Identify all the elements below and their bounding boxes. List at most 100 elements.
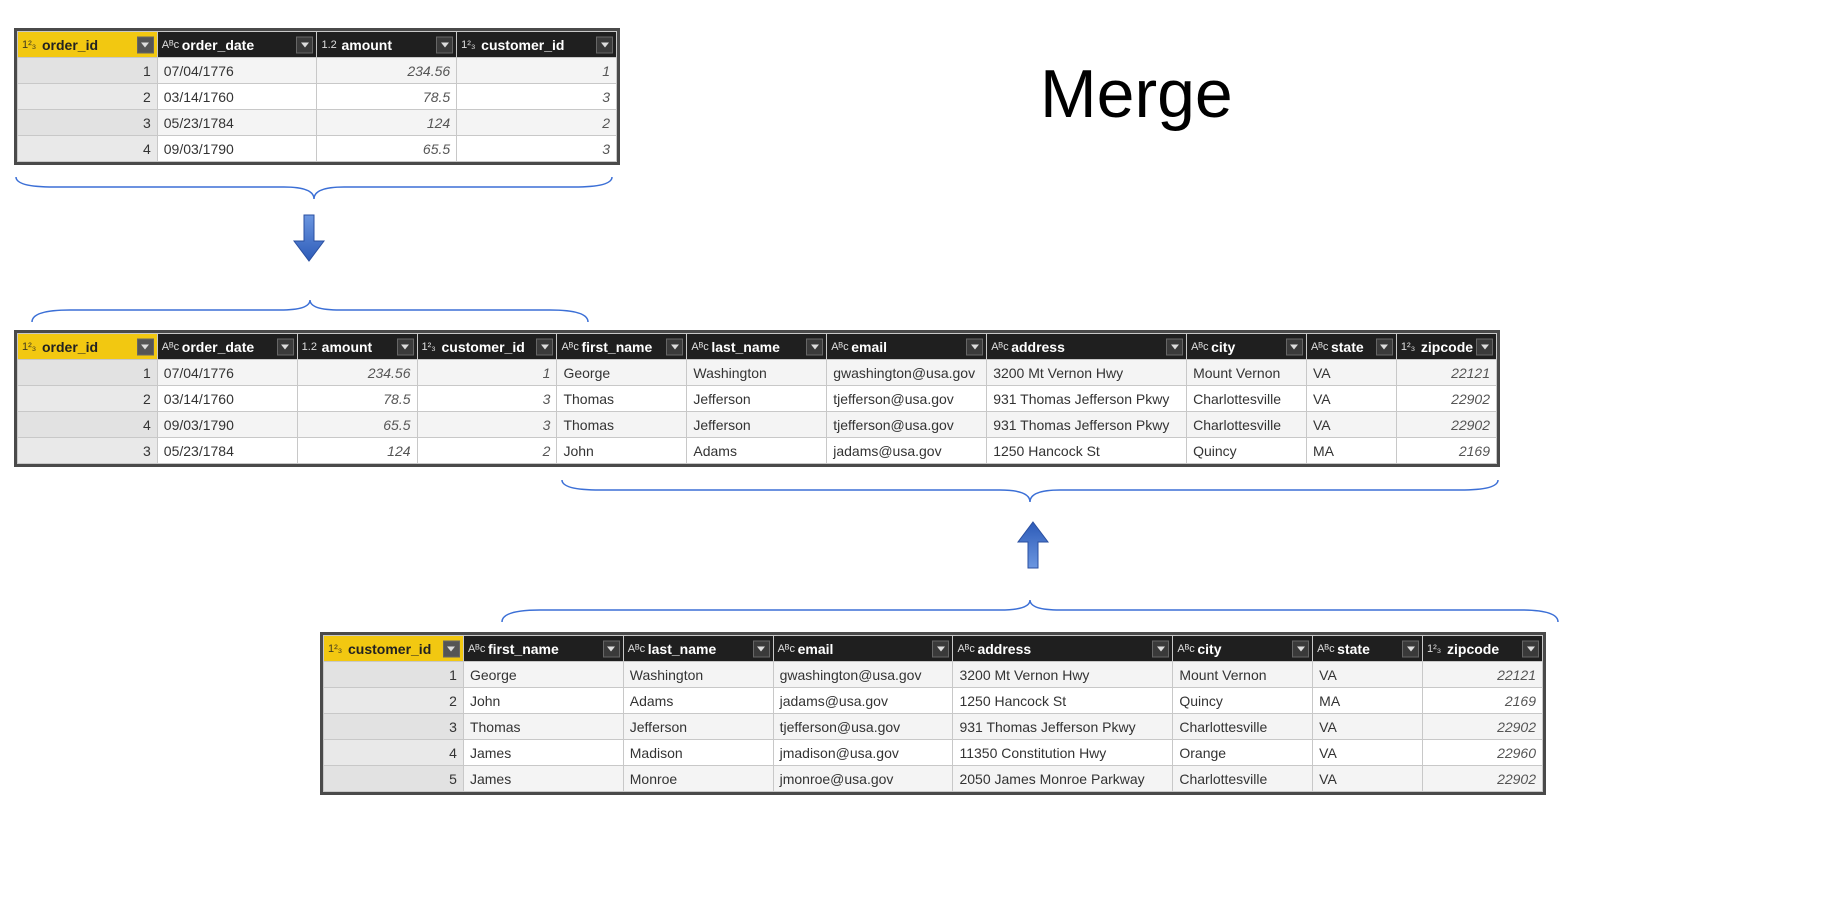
- filter-dropdown-icon[interactable]: [596, 36, 613, 53]
- column-header-state[interactable]: Aᴮcstate: [1313, 636, 1423, 662]
- column-header-last_name[interactable]: Aᴮclast_name: [687, 334, 827, 360]
- column-header-order_id[interactable]: 1²₃order_id: [18, 334, 158, 360]
- cell-email: jadams@usa.gov: [773, 688, 953, 714]
- cell-amount: 234.56: [297, 360, 417, 386]
- filter-dropdown-icon[interactable]: [443, 640, 460, 657]
- column-header-city[interactable]: Aᴮccity: [1187, 334, 1307, 360]
- filter-dropdown-icon[interactable]: [1286, 338, 1303, 355]
- filter-dropdown-icon[interactable]: [666, 338, 683, 355]
- filter-dropdown-icon[interactable]: [603, 640, 620, 657]
- column-header-first_name[interactable]: Aᴮcfirst_name: [463, 636, 623, 662]
- column-header-city[interactable]: Aᴮccity: [1173, 636, 1313, 662]
- filter-dropdown-icon[interactable]: [277, 338, 294, 355]
- cell-address: 3200 Mt Vernon Hwy: [953, 662, 1173, 688]
- filter-dropdown-icon[interactable]: [296, 36, 313, 53]
- type-icon: Aᴮc: [1317, 643, 1334, 655]
- type-icon: 1²₃: [22, 39, 36, 51]
- filter-dropdown-icon[interactable]: [1292, 640, 1309, 657]
- cell-city: Mount Vernon: [1173, 662, 1313, 688]
- filter-dropdown-icon[interactable]: [137, 338, 154, 355]
- filter-dropdown-icon[interactable]: [932, 640, 949, 657]
- brace-orders-icon: [14, 175, 614, 201]
- filter-dropdown-icon[interactable]: [806, 338, 823, 355]
- cell-first_name: James: [463, 766, 623, 792]
- column-label: order_date: [182, 339, 254, 355]
- column-label: order_id: [42, 339, 98, 355]
- filter-dropdown-icon[interactable]: [966, 338, 983, 355]
- column-header-customer_id[interactable]: 1²₃customer_id: [457, 32, 617, 58]
- cell-order_date: 09/03/1790: [157, 136, 317, 162]
- column-header-amount[interactable]: 1.2amount: [297, 334, 417, 360]
- cell-customer_id: 3: [417, 412, 557, 438]
- column-header-last_name[interactable]: Aᴮclast_name: [623, 636, 773, 662]
- cell-zipcode: 22902: [1396, 386, 1496, 412]
- filter-dropdown-icon[interactable]: [1152, 640, 1169, 657]
- cell-last_name: Jefferson: [687, 412, 827, 438]
- column-label: address: [1011, 339, 1065, 355]
- column-header-zipcode[interactable]: 1²₃zipcode: [1423, 636, 1543, 662]
- cell-order_date: 05/23/1784: [157, 110, 317, 136]
- column-header-amount[interactable]: 1.2amount: [317, 32, 457, 58]
- filter-dropdown-icon[interactable]: [397, 338, 414, 355]
- cell-last_name: Madison: [623, 740, 773, 766]
- cell-customer_id: 2: [417, 438, 557, 464]
- filter-dropdown-icon[interactable]: [436, 36, 453, 53]
- column-header-address[interactable]: Aᴮcaddress: [987, 334, 1187, 360]
- cell-address: 931 Thomas Jefferson Pkwy: [987, 412, 1187, 438]
- cell-amount: 78.5: [297, 386, 417, 412]
- filter-dropdown-icon[interactable]: [1376, 338, 1393, 355]
- cell-email: tjefferson@usa.gov: [827, 412, 987, 438]
- cell-address: 1250 Hancock St: [953, 688, 1173, 714]
- cell-last_name: Washington: [687, 360, 827, 386]
- column-header-zipcode[interactable]: 1²₃zipcode: [1396, 334, 1496, 360]
- cell-first_name: John: [557, 438, 687, 464]
- cell-state: MA: [1306, 438, 1396, 464]
- filter-dropdown-icon[interactable]: [1522, 640, 1539, 657]
- arrow-up-icon: [1016, 520, 1050, 570]
- column-header-customer_id[interactable]: 1²₃customer_id: [417, 334, 557, 360]
- column-header-order_date[interactable]: Aᴮcorder_date: [157, 32, 317, 58]
- column-header-email[interactable]: Aᴮcemail: [773, 636, 953, 662]
- type-icon: 1²₃: [328, 643, 342, 655]
- cell-last_name: Adams: [623, 688, 773, 714]
- column-label: amount: [322, 339, 373, 355]
- cell-city: Quincy: [1187, 438, 1307, 464]
- column-label: state: [1331, 339, 1364, 355]
- cell-address: 931 Thomas Jefferson Pkwy: [953, 714, 1173, 740]
- filter-dropdown-icon[interactable]: [137, 36, 154, 53]
- brace-customers-icon: [500, 598, 1560, 624]
- brace-merged-bottom-icon: [560, 478, 1500, 504]
- table-row: 107/04/1776234.561GeorgeWashingtongwashi…: [18, 360, 1497, 386]
- column-header-first_name[interactable]: Aᴮcfirst_name: [557, 334, 687, 360]
- cell-order_id: 4: [18, 136, 158, 162]
- arrow-down-icon: [292, 213, 326, 263]
- cell-zipcode: 22902: [1396, 412, 1496, 438]
- cell-amount: 124: [317, 110, 457, 136]
- filter-dropdown-icon[interactable]: [1476, 338, 1493, 355]
- cell-order_date: 03/14/1760: [157, 386, 297, 412]
- column-label: state: [1337, 641, 1370, 657]
- column-label: first_name: [581, 339, 652, 355]
- column-header-order_date[interactable]: Aᴮcorder_date: [157, 334, 297, 360]
- column-label: customer_id: [348, 641, 431, 657]
- cell-email: tjefferson@usa.gov: [827, 386, 987, 412]
- cell-amount: 78.5: [317, 84, 457, 110]
- column-header-address[interactable]: Aᴮcaddress: [953, 636, 1173, 662]
- cell-email: tjefferson@usa.gov: [773, 714, 953, 740]
- cell-zipcode: 22121: [1423, 662, 1543, 688]
- cell-first_name: George: [463, 662, 623, 688]
- filter-dropdown-icon[interactable]: [536, 338, 553, 355]
- brace-merged-top-icon: [30, 298, 590, 324]
- type-icon: Aᴮc: [628, 643, 645, 655]
- column-header-customer_id[interactable]: 1²₃ customer_id: [324, 636, 464, 662]
- column-header-email[interactable]: Aᴮcemail: [827, 334, 987, 360]
- cell-order_id: 4: [18, 412, 158, 438]
- column-header-state[interactable]: Aᴮcstate: [1306, 334, 1396, 360]
- filter-dropdown-icon[interactable]: [1166, 338, 1183, 355]
- filter-dropdown-icon[interactable]: [753, 640, 770, 657]
- cell-last_name: Jefferson: [687, 386, 827, 412]
- filter-dropdown-icon[interactable]: [1402, 640, 1419, 657]
- column-header-order_id[interactable]: 1²₃order_id: [18, 32, 158, 58]
- type-icon: Aᴮc: [957, 643, 974, 655]
- cell-order_date: 09/03/1790: [157, 412, 297, 438]
